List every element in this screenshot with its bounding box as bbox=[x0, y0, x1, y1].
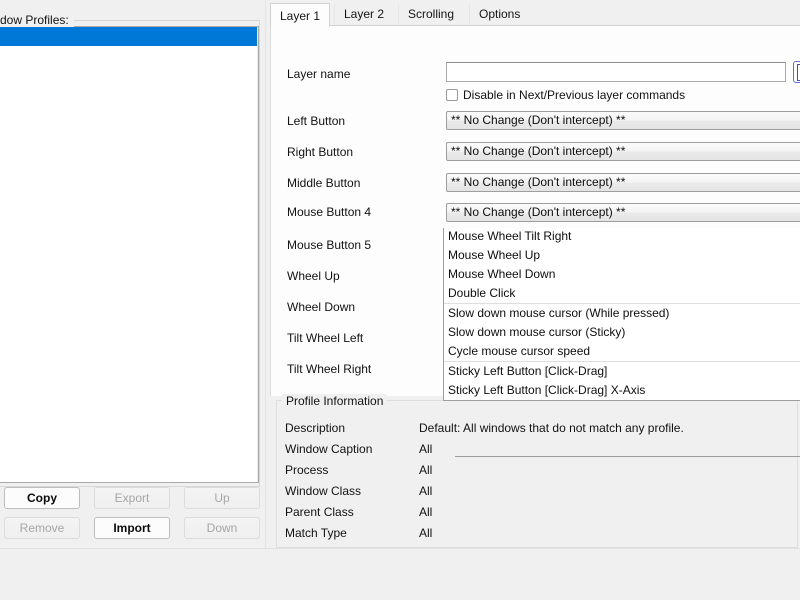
process-value: All bbox=[419, 463, 433, 477]
layer-name-label: Layer name bbox=[287, 67, 351, 81]
layer-name-picker-button[interactable] bbox=[793, 61, 800, 83]
dropdown-item[interactable]: Slow down mouse cursor (Sticky) bbox=[444, 323, 800, 342]
dropdown-item[interactable]: Mouse Wheel Tilt Right bbox=[444, 228, 800, 246]
wheel-down-label: Wheel Down bbox=[287, 300, 356, 314]
splitter-line bbox=[265, 0, 266, 548]
export-button: Export bbox=[94, 487, 170, 509]
tab-options[interactable]: Options bbox=[469, 4, 530, 26]
dropdown-item[interactable]: Mouse Wheel Down bbox=[444, 265, 800, 284]
profile-information-label: Profile Information bbox=[282, 394, 388, 408]
left-button-combo[interactable]: ** No Change (Don't intercept) ** bbox=[446, 111, 800, 130]
bottom-bar: Save Profile Load Profile Profile: About… bbox=[0, 548, 800, 600]
profiles-panel: dow Profiles: Copy Export Up Remove Impo… bbox=[0, 0, 262, 548]
copy-button[interactable]: Copy bbox=[4, 487, 80, 509]
right-button-combo[interactable]: ** No Change (Don't intercept) ** bbox=[446, 142, 800, 161]
dropdown-item[interactable]: Double Click bbox=[444, 284, 800, 303]
profiles-list[interactable] bbox=[0, 26, 259, 483]
tilt-wheel-right-label: Tilt Wheel Right bbox=[287, 362, 372, 376]
remove-button: Remove bbox=[4, 517, 80, 539]
list-item[interactable] bbox=[0, 46, 258, 65]
up-button-label: Up bbox=[214, 491, 230, 505]
tab-scrolling[interactable]: Scrolling bbox=[398, 4, 464, 26]
mouse-button-4-combo[interactable]: ** No Change (Don't intercept) ** bbox=[446, 203, 800, 222]
description-label: Description bbox=[285, 421, 346, 435]
down-button-label: Down bbox=[206, 521, 238, 535]
layer-name-input[interactable] bbox=[446, 62, 786, 82]
tab-layer-1[interactable]: Layer 1 bbox=[270, 3, 331, 27]
dropdown-item[interactable]: Mouse Wheel Up bbox=[444, 246, 800, 265]
disable-next-previous-checkbox[interactable] bbox=[446, 89, 458, 101]
import-button-label: Import bbox=[113, 521, 151, 535]
process-label: Process bbox=[285, 463, 329, 477]
profiles-list-scrollbar[interactable] bbox=[257, 27, 258, 482]
parent-class-value: All bbox=[419, 505, 433, 519]
dropdown-item[interactable]: Slow down mouse cursor (While pressed) bbox=[444, 303, 800, 323]
profiles-group-label: dow Profiles: bbox=[0, 13, 74, 27]
mouse-button-5-label: Mouse Button 5 bbox=[287, 238, 372, 252]
dropdown-item[interactable]: Cycle mouse cursor speed bbox=[444, 342, 800, 361]
window-class-label: Window Class bbox=[285, 484, 362, 498]
match-type-value: All bbox=[419, 526, 433, 540]
mouse-button-5-dropdown[interactable]: Mouse Wheel Tilt Left Mouse Wheel Tilt R… bbox=[443, 228, 800, 401]
app-window: dow Profiles: Copy Export Up Remove Impo… bbox=[0, 0, 800, 600]
tab-layer-2[interactable]: Layer 2 bbox=[334, 4, 394, 26]
middle-button-combo[interactable]: ** No Change (Don't intercept) ** bbox=[446, 173, 800, 192]
match-type-label: Match Type bbox=[285, 526, 347, 540]
left-button-label: Left Button bbox=[287, 114, 346, 128]
dropdown-item[interactable]: Sticky Left Button [Click-Drag] X-Axis bbox=[444, 381, 800, 400]
up-button: Up bbox=[184, 487, 260, 509]
window-caption-label: Window Caption bbox=[285, 442, 373, 456]
import-button[interactable]: Import bbox=[94, 517, 170, 539]
disable-next-previous-row[interactable]: Disable in Next/Previous layer commands bbox=[446, 88, 685, 102]
profile-info-divider bbox=[455, 456, 800, 457]
window-caption-value: All bbox=[419, 442, 433, 456]
disable-next-previous-label: Disable in Next/Previous layer commands bbox=[463, 88, 686, 102]
copy-button-label: Copy bbox=[27, 491, 57, 505]
remove-button-label: Remove bbox=[19, 521, 65, 535]
parent-class-label: Parent Class bbox=[285, 505, 354, 519]
middle-button-label: Middle Button bbox=[287, 176, 361, 190]
wheel-up-label: Wheel Up bbox=[287, 269, 340, 283]
down-button: Down bbox=[184, 517, 260, 539]
mouse-button-4-label: Mouse Button 4 bbox=[287, 205, 372, 219]
list-item[interactable] bbox=[0, 27, 258, 46]
right-button-label: Right Button bbox=[287, 145, 354, 159]
export-button-label: Export bbox=[114, 491, 150, 505]
tilt-wheel-left-label: Tilt Wheel Left bbox=[287, 331, 364, 345]
description-value: Default: All windows that do not match a… bbox=[419, 421, 684, 435]
window-class-value: All bbox=[419, 484, 433, 498]
tab-strip: Layer 1 Layer 2 Scrolling Options bbox=[270, 3, 800, 27]
dropdown-item[interactable]: Sticky Left Button [Click-Drag] bbox=[444, 361, 800, 381]
